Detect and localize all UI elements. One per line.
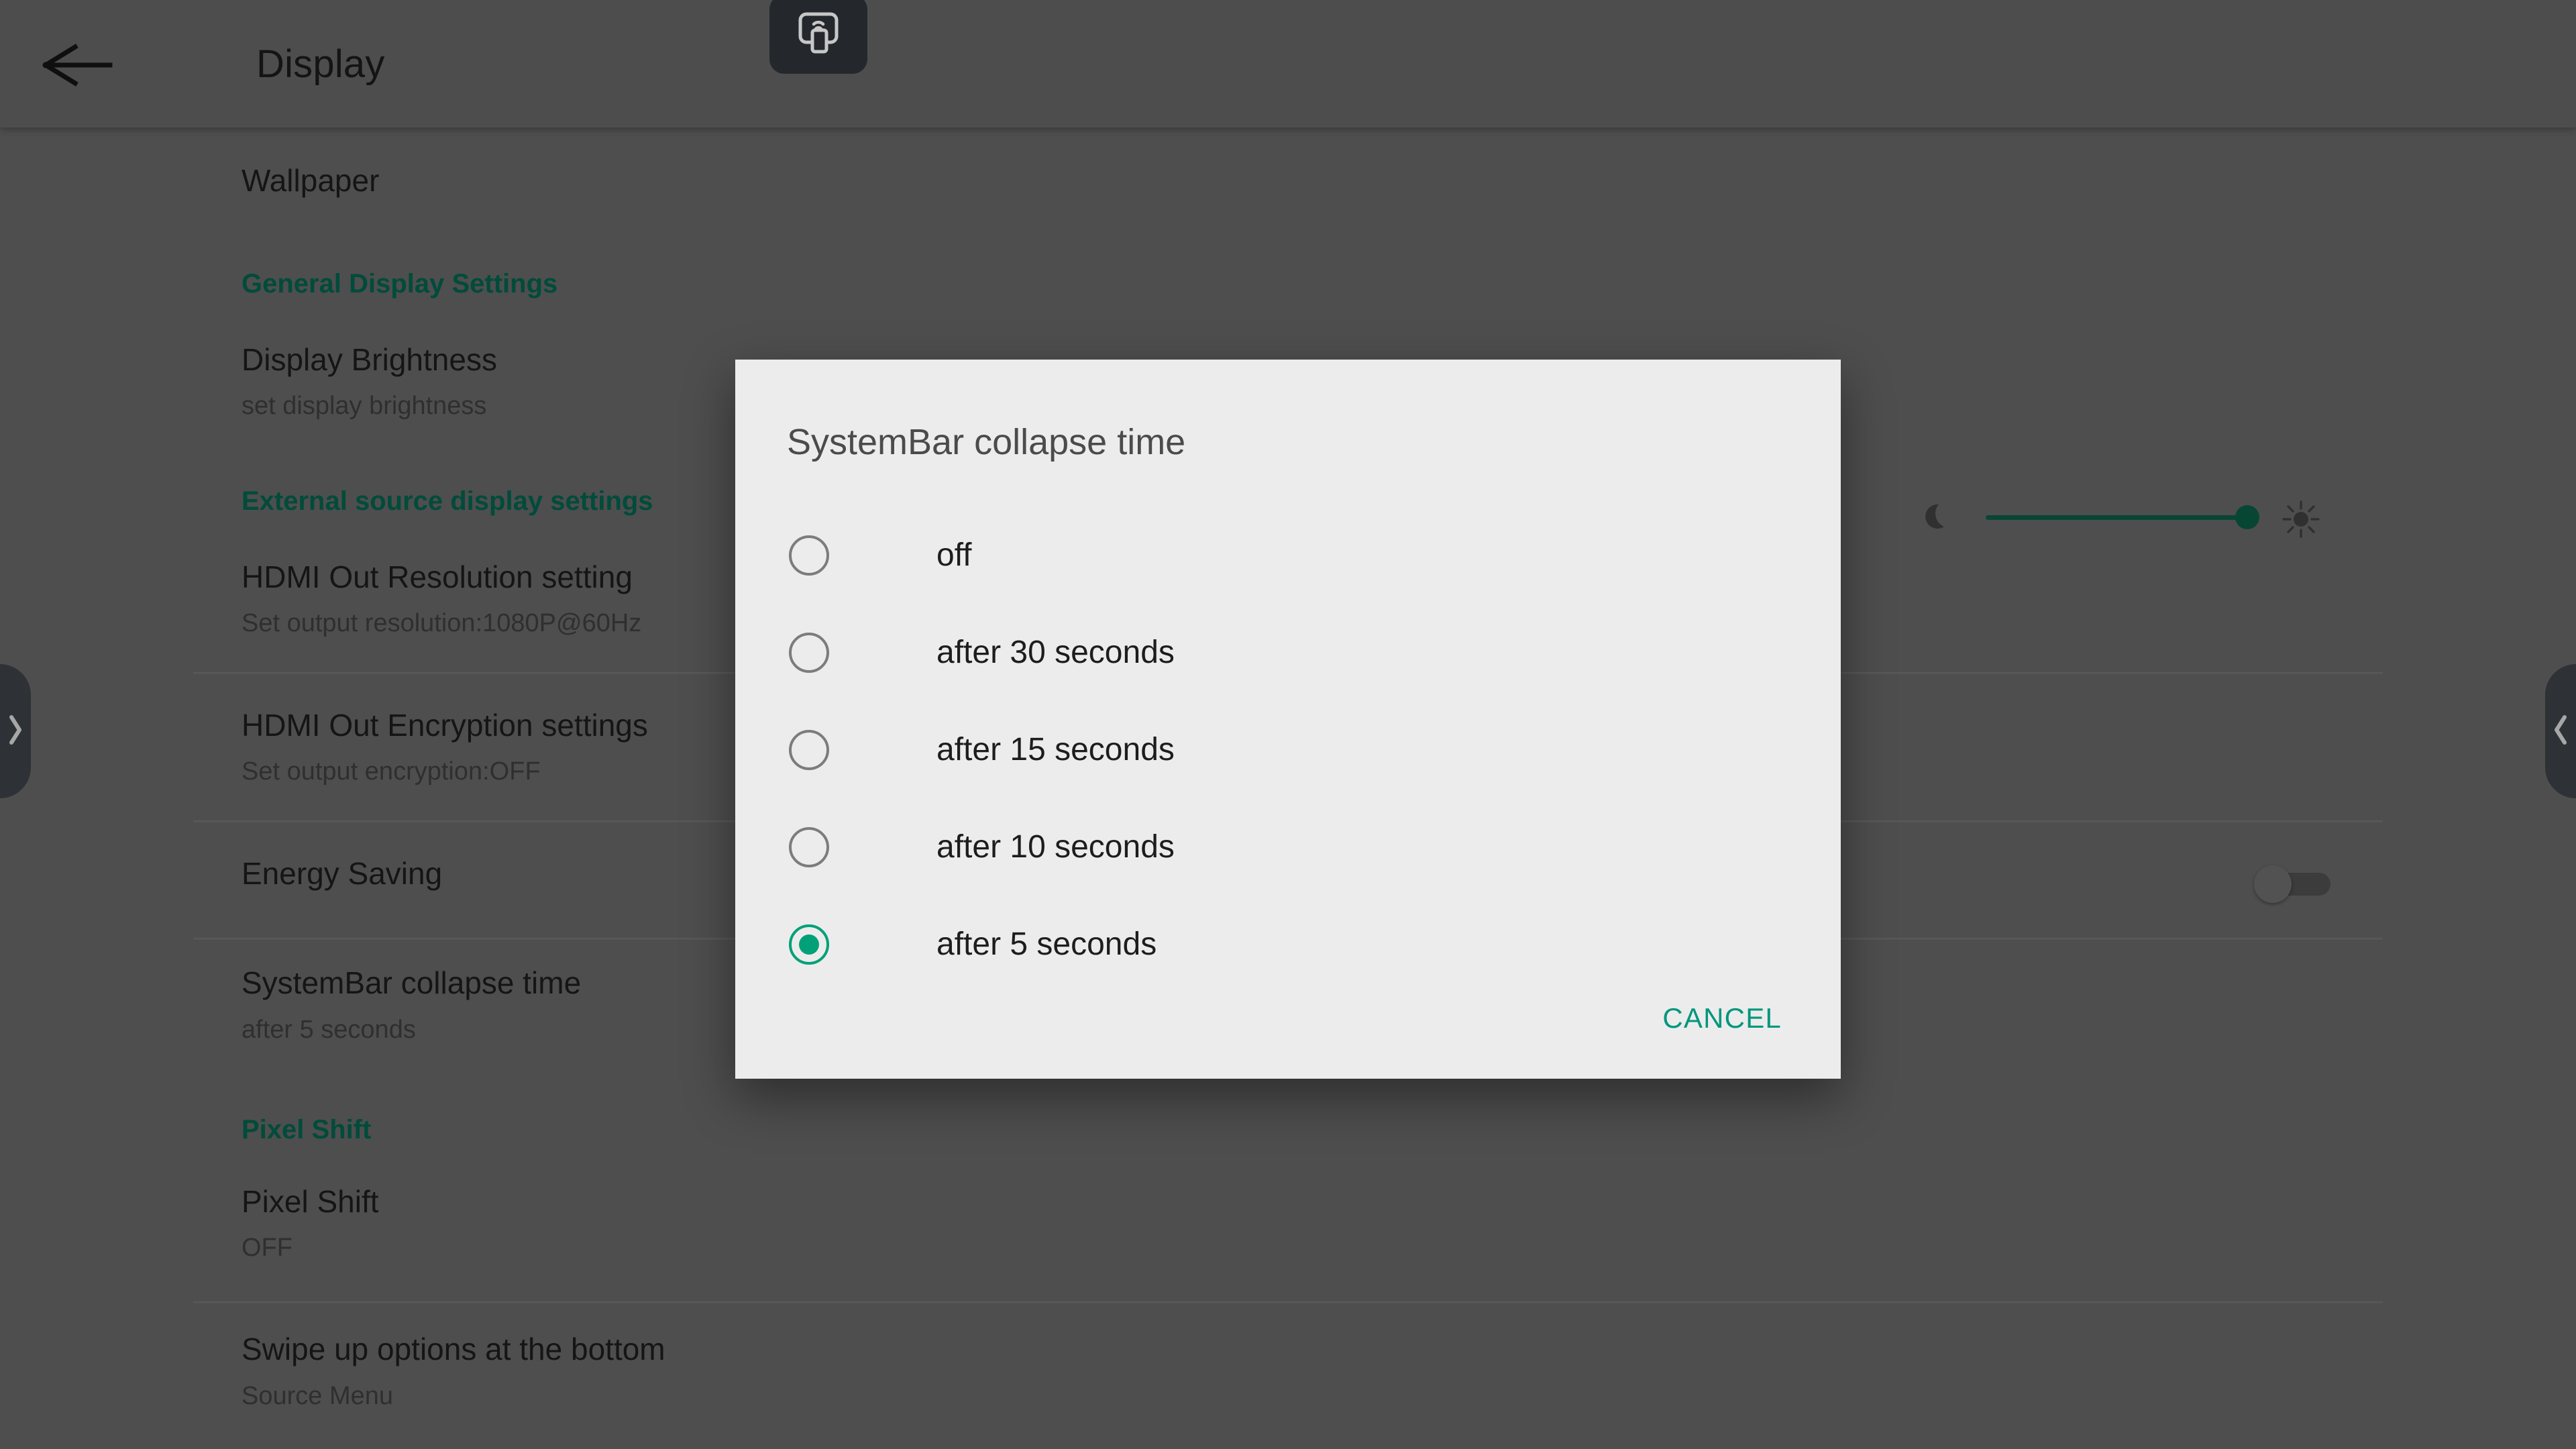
radio-option-after-30-seconds[interactable]: after 30 seconds: [735, 612, 1841, 710]
radio-option-label: after 10 seconds: [936, 829, 1175, 865]
radio-option-label: off: [936, 537, 972, 573]
cancel-button[interactable]: CANCEL: [1645, 990, 1799, 1046]
dialog-layer: SystemBar collapse time off after 30 sec…: [0, 0, 2576, 1449]
radio-indicator[interactable]: [789, 924, 829, 965]
dialog-actions: CANCEL: [1645, 990, 1799, 1046]
radio-option-label: after 15 seconds: [936, 732, 1175, 767]
dialog-title: SystemBar collapse time: [787, 422, 1186, 462]
radio-indicator[interactable]: [789, 633, 829, 673]
radio-indicator[interactable]: [789, 535, 829, 576]
radio-group: off after 30 seconds after 15 seconds af…: [735, 515, 1841, 1002]
radio-option-off[interactable]: off: [735, 515, 1841, 612]
radio-option-label: after 5 seconds: [936, 926, 1157, 962]
radio-option-after-5-seconds[interactable]: after 5 seconds: [735, 904, 1841, 1002]
systembar-collapse-time-dialog: SystemBar collapse time off after 30 sec…: [735, 360, 1841, 1079]
radio-option-label: after 30 seconds: [936, 635, 1175, 670]
radio-indicator[interactable]: [789, 827, 829, 867]
radio-option-after-15-seconds[interactable]: after 15 seconds: [735, 710, 1841, 807]
radio-option-after-10-seconds[interactable]: after 10 seconds: [735, 807, 1841, 904]
radio-indicator[interactable]: [789, 730, 829, 770]
